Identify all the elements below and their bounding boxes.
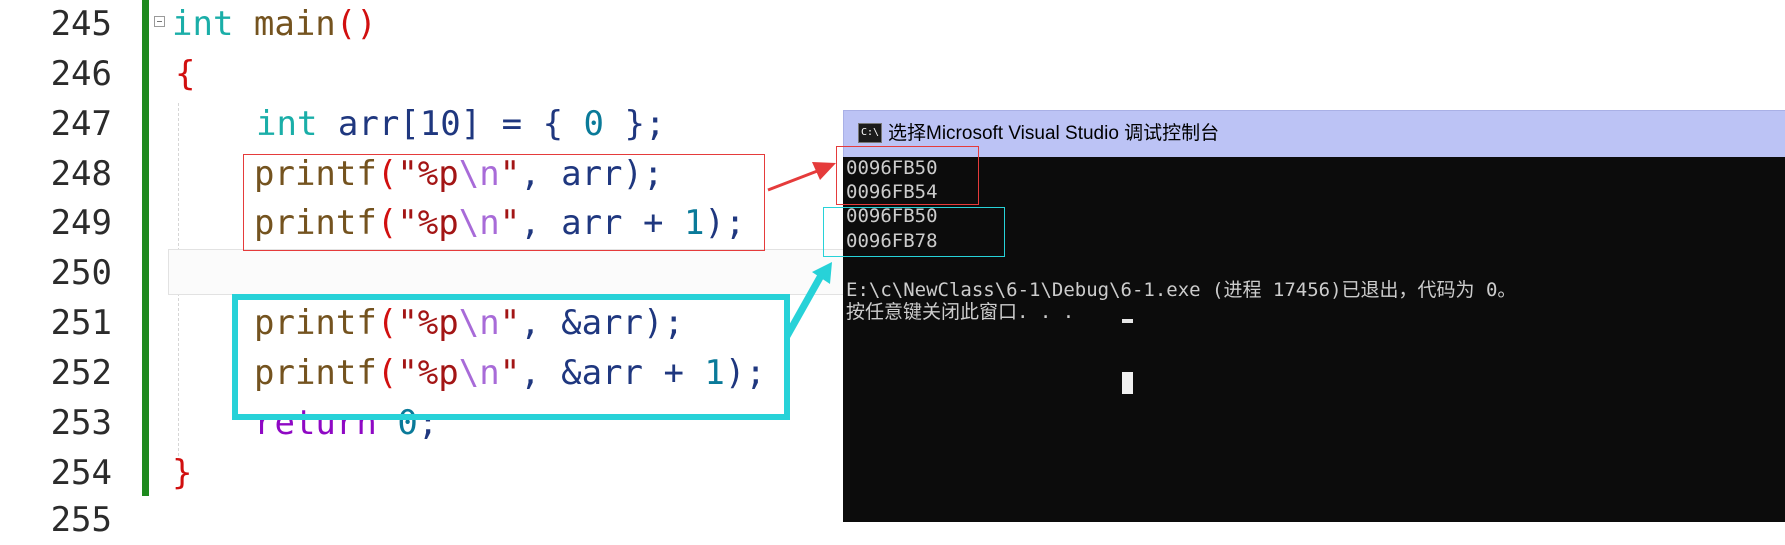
- line-number: 251: [50, 303, 112, 343]
- line-number: 245: [50, 4, 112, 44]
- collapse-toggle-icon[interactable]: [154, 16, 165, 27]
- line-number: 250: [50, 253, 112, 293]
- console-exit-message: E:\c\NewClass\6-1\Debug\6-1.exe (进程 1745…: [846, 279, 1517, 301]
- line-number: 247: [50, 104, 112, 144]
- number: 0: [583, 104, 605, 144]
- parens: (): [335, 4, 377, 44]
- console-app-icon: C:\: [858, 123, 882, 143]
- console-close-prompt: 按任意键关闭此窗口. . .: [846, 301, 1075, 323]
- line-number: 254: [50, 453, 112, 493]
- line-number: 255: [50, 500, 112, 540]
- code-text: };: [604, 104, 666, 144]
- code-line[interactable]: }: [172, 449, 192, 498]
- line-number: 248: [50, 154, 112, 194]
- keyword: int: [172, 4, 234, 44]
- code-line[interactable]: {: [175, 50, 195, 99]
- line-number: 246: [50, 54, 112, 94]
- change-indicator-bar: [142, 0, 149, 496]
- line-number: 249: [50, 203, 112, 243]
- line-number: 253: [50, 403, 112, 443]
- console-cursor: [1122, 319, 1133, 323]
- console-titlebar[interactable]: C:\ 选择Microsoft Visual Studio 调试控制台: [843, 110, 1785, 157]
- function-name: main: [233, 4, 336, 44]
- brace: {: [175, 54, 196, 94]
- brace: }: [172, 453, 193, 493]
- code-line[interactable]: int arr[10] = { 0 };: [256, 100, 665, 149]
- keyword: int: [256, 104, 318, 144]
- annotation-box-red-code: [243, 154, 765, 251]
- red-arrow-icon: [767, 162, 836, 192]
- line-number: 252: [50, 353, 112, 393]
- code-text: arr[10] = {: [317, 104, 584, 144]
- annotation-box-cyan-code: [232, 294, 790, 420]
- code-line[interactable]: int main(): [172, 0, 377, 49]
- annotation-box-red-output: [836, 146, 979, 205]
- annotation-box-cyan-output: [823, 207, 1005, 257]
- text-cursor: [1122, 372, 1133, 394]
